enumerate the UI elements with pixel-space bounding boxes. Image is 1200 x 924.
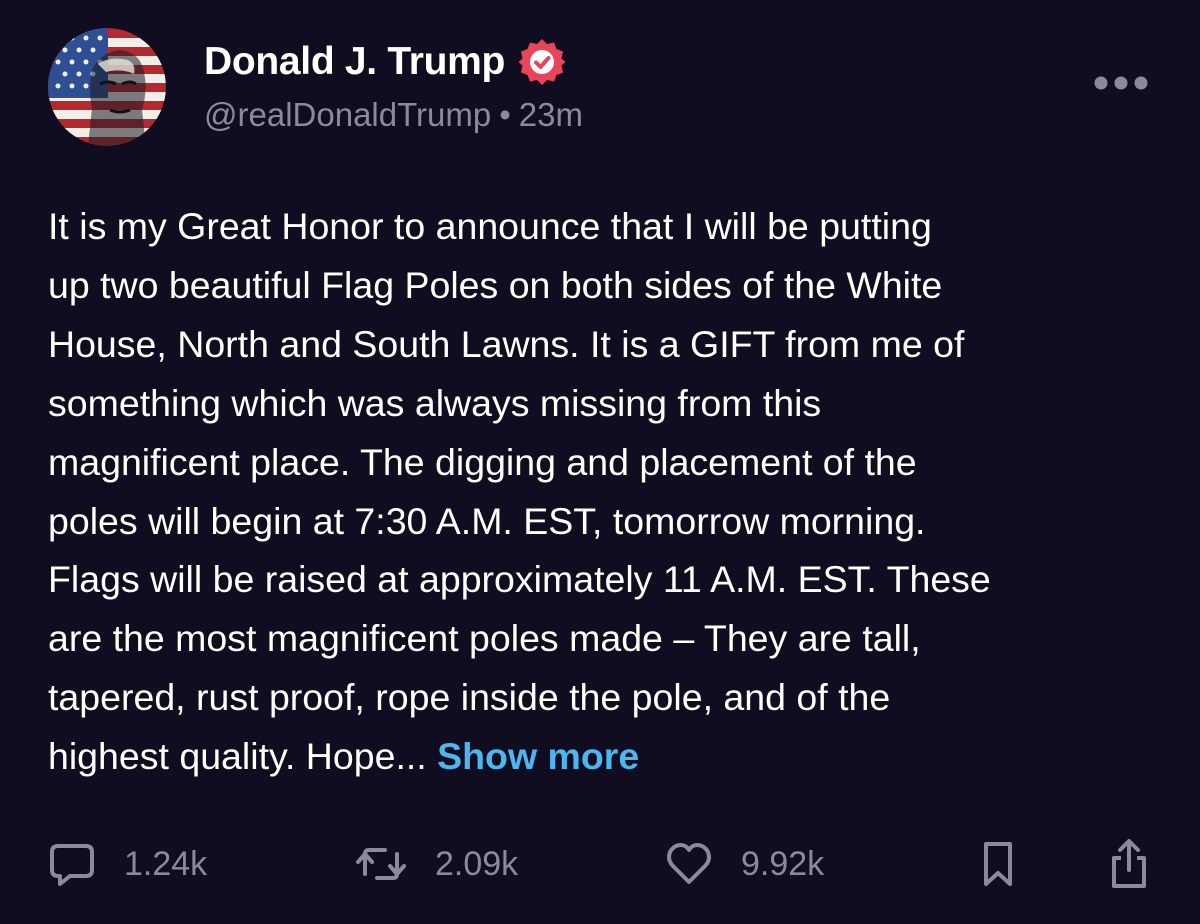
post-body-line: Flags will be raised at approximately 11…	[48, 558, 991, 601]
verified-badge-icon	[518, 39, 566, 85]
retruth-button[interactable]: 2.09k	[355, 836, 518, 892]
post-body-line: something which was always missing from …	[48, 381, 822, 424]
post-body-line: It is my Great Honor to announce that I …	[48, 205, 932, 247]
post-card: Donald J. Trump @realDonaldTrump • 23m It …	[0, 0, 1200, 924]
bookmark-button[interactable]	[978, 836, 1018, 892]
post-timestamp[interactable]: 23m	[519, 96, 583, 133]
meta-separator: •	[499, 96, 511, 133]
name-row: Donald J. Trump	[204, 38, 583, 86]
post-body: It is my Great Honor to announce that I …	[48, 197, 1158, 786]
post-body-line: are the most magnificent poles made – Th…	[48, 617, 921, 660]
like-count: 9.92k	[741, 844, 825, 883]
retruth-icon	[356, 848, 406, 880]
share-button[interactable]	[1106, 836, 1152, 892]
post-header: Donald J. Trump @realDonaldTrump • 23m	[48, 28, 1152, 148]
reply-count: 1.24k	[124, 844, 208, 883]
bookmark-icon	[984, 842, 1012, 886]
more-horizontal-icon[interactable]	[1092, 68, 1150, 98]
author-meta: @realDonaldTrump • 23m	[204, 96, 583, 134]
avatar-image	[48, 28, 166, 146]
author-block: Donald J. Trump @realDonaldTrump • 23m	[204, 38, 583, 134]
post-body-line: highest quality. Hope...	[48, 735, 438, 778]
post-body-line: magnificent place. The digging and place…	[48, 440, 917, 483]
author-display-name[interactable]: Donald J. Trump	[204, 40, 505, 84]
like-button[interactable]: 9.92k	[665, 836, 824, 892]
post-body-line: up two beautiful Flag Poles on both side…	[48, 263, 943, 306]
post-body-last-line: highest quality. Hope... Show more	[48, 727, 1158, 786]
heart-icon	[667, 843, 711, 884]
avatar[interactable]	[48, 28, 166, 146]
post-body-line: House, North and South Lawns. It is a GI…	[48, 322, 965, 365]
author-handle[interactable]: @realDonaldTrump	[204, 96, 491, 133]
retruth-count: 2.09k	[435, 844, 519, 883]
reply-icon	[50, 844, 94, 886]
post-body-line: tapered, rust proof, rope inside the pol…	[48, 676, 891, 719]
share-icon	[1112, 839, 1146, 888]
action-bar: 1.24k 2.09k 9.92k	[48, 836, 1152, 892]
reply-button[interactable]: 1.24k	[48, 836, 207, 892]
show-more-link[interactable]: Show more	[437, 735, 639, 777]
post-body-line: poles will begin at 7:30 A.M. EST, tomor…	[48, 499, 926, 542]
